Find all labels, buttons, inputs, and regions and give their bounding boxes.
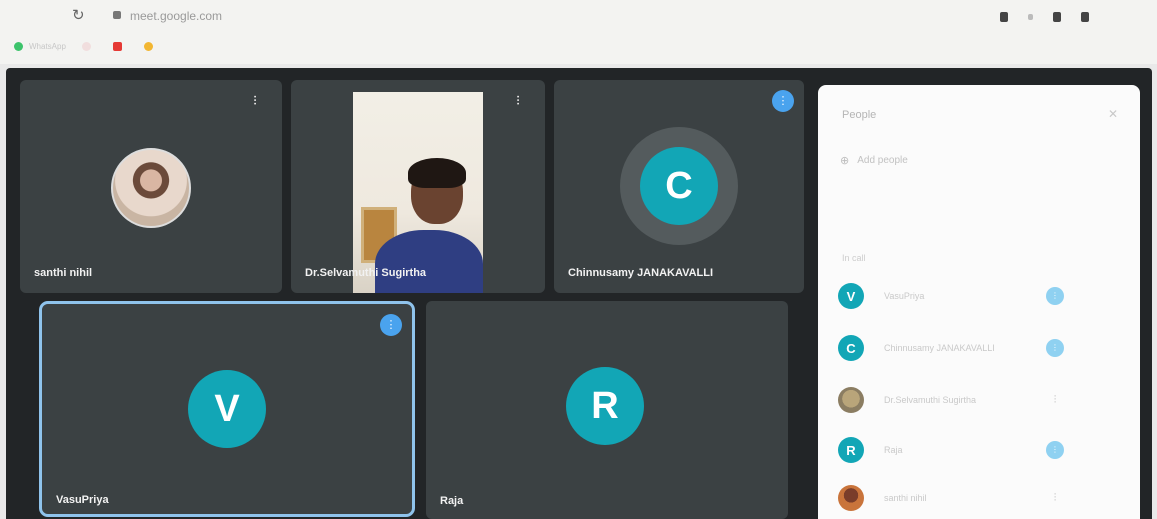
participant-name: VasuPriya	[56, 494, 109, 506]
add-person-icon: ⊕	[840, 155, 850, 167]
lock-icon[interactable]	[113, 11, 121, 19]
speaking-indicator-icon: ⋮	[1046, 339, 1064, 357]
list-item[interactable]: R Raja ⋮	[838, 437, 1128, 465]
mic-off-icon: ⫶	[516, 94, 520, 108]
profile-icon[interactable]	[1053, 12, 1061, 22]
participant-tile[interactable]: ⫶ santhi nihil	[20, 80, 282, 293]
mic-icon: ⫶	[1053, 394, 1057, 406]
speaking-indicator-icon: ⋮	[1046, 287, 1064, 305]
participant-name: VasuPriya	[884, 291, 925, 301]
bookmark-item[interactable]	[81, 41, 97, 51]
participant-name: Raja	[440, 495, 464, 507]
add-people-button[interactable]: ⊕ Add people	[840, 154, 908, 167]
video-person-hair	[408, 158, 466, 188]
people-panel: People ✕ ⊕ Add people In call V VasuPriy…	[818, 85, 1140, 519]
avatar: R	[566, 367, 644, 445]
bookmark-whatsapp[interactable]: WhatsApp	[14, 41, 66, 51]
avatar: C	[838, 335, 864, 361]
avatar	[838, 485, 864, 511]
speaking-indicator-icon: ⋮	[772, 90, 794, 112]
menu-icon[interactable]	[1081, 12, 1089, 22]
avatar: V	[838, 283, 864, 309]
participant-name: santhi nihil	[884, 493, 927, 503]
participant-name: Chinnusamy JANAKAVALLI	[568, 267, 714, 279]
avatar	[838, 387, 864, 413]
list-item[interactable]: V VasuPriya ⋮	[838, 283, 1128, 311]
bookmarks-bar: WhatsApp	[14, 37, 175, 55]
participant-name: Dr.Selvamuthi Sugirtha	[305, 267, 427, 279]
list-item[interactable]: santhi nihil ⫶	[838, 485, 1128, 513]
video-person	[375, 230, 483, 293]
section-label: In call	[842, 253, 866, 263]
mic-off-icon: ⫶	[253, 94, 257, 108]
meet-stage: ⫶ santhi nihil ⫶ Dr.Selvamuthi Sugirtha …	[6, 68, 1152, 519]
avatar: V	[188, 370, 266, 448]
bookmark-label: WhatsApp	[29, 41, 66, 51]
extension-icon[interactable]	[1000, 12, 1008, 22]
avatar: C	[640, 147, 718, 225]
participant-name: Dr.Selvamuthi Sugirtha	[884, 395, 977, 405]
bookmark-favicon-icon	[143, 41, 153, 51]
star-icon[interactable]	[1028, 14, 1033, 20]
youtube-icon	[112, 41, 122, 51]
speaking-indicator-icon: ⋮	[380, 314, 402, 336]
reload-icon[interactable]: ↻	[72, 8, 88, 24]
avatar: R	[838, 437, 864, 463]
list-item[interactable]: C Chinnusamy JANAKAVALLI ⋮	[838, 335, 1128, 363]
participant-name: Chinnusamy JANAKAVALLI	[884, 343, 995, 353]
participant-name: Raja	[884, 445, 903, 455]
add-people-label: Add people	[857, 155, 908, 166]
bookmark-item[interactable]	[143, 41, 159, 51]
whatsapp-icon	[14, 41, 23, 51]
participant-tile[interactable]: ⫶ Dr.Selvamuthi Sugirtha	[291, 80, 545, 293]
close-icon[interactable]: ✕	[1108, 107, 1118, 121]
participant-tile[interactable]: R Raja	[426, 301, 788, 519]
video-feed	[353, 92, 483, 293]
list-item[interactable]: Dr.Selvamuthi Sugirtha ⫶	[838, 387, 1128, 415]
mic-icon: ⫶	[1053, 492, 1057, 504]
panel-title: People	[842, 109, 877, 121]
speaking-indicator-icon: ⋮	[1046, 441, 1064, 459]
participant-name: santhi nihil	[34, 267, 93, 279]
bookmark-favicon-icon	[81, 41, 91, 51]
toolbar-icons	[980, 12, 1089, 22]
participant-tile[interactable]: C ⋮ Chinnusamy JANAKAVALLI	[554, 80, 804, 293]
address-bar-url[interactable]: meet.google.com	[130, 9, 222, 23]
participant-tile-active[interactable]: V ⋮ VasuPriya	[39, 301, 415, 517]
omnibox-row: ↻ meet.google.com	[0, 0, 1157, 34]
avatar	[111, 148, 191, 228]
browser-chrome: ↻ meet.google.com WhatsApp	[0, 0, 1157, 64]
bookmark-youtube[interactable]	[112, 41, 128, 51]
